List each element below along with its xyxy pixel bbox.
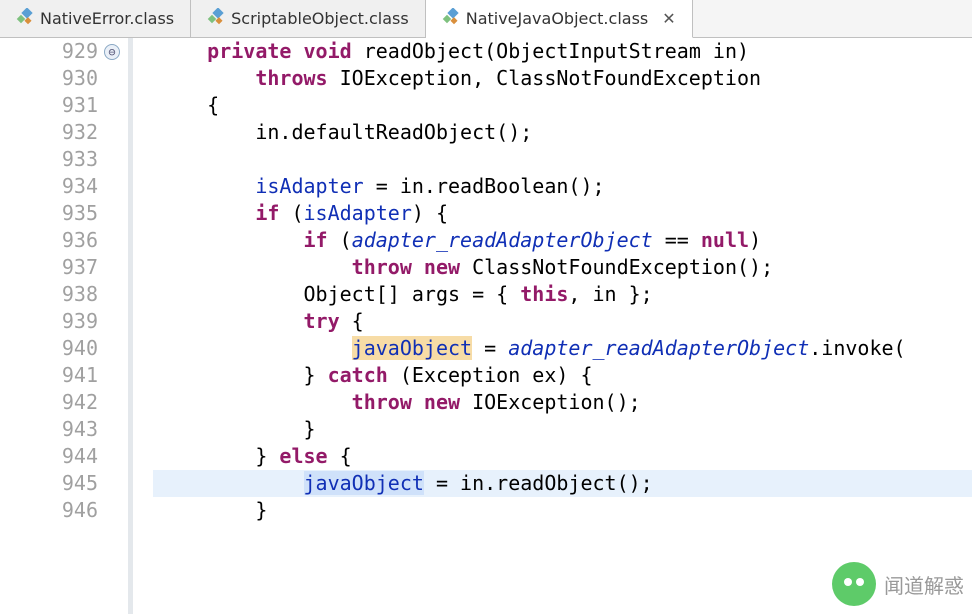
line-number: 944 [0, 443, 128, 470]
line-number: 930 [0, 65, 128, 92]
line-number: 932 [0, 119, 128, 146]
code-line: { [153, 92, 972, 119]
code-line: } [153, 497, 972, 524]
line-number: 933 [0, 146, 128, 173]
code-line: throw new ClassNotFoundException(); [153, 254, 972, 281]
line-number: 939 [0, 308, 128, 335]
line-number-gutter: 929⊖930931932933934935936937938939940941… [0, 38, 128, 614]
line-number: 945 [0, 470, 128, 497]
class-file-icon [207, 8, 225, 30]
code-line: } else { [153, 443, 972, 470]
class-file-icon [442, 8, 460, 30]
code-line: if (isAdapter) { [153, 200, 972, 227]
code-line: in.defaultReadObject(); [153, 119, 972, 146]
fold-toggle-icon[interactable]: ⊖ [104, 44, 120, 60]
line-number: 934 [0, 173, 128, 200]
code-line: } catch (Exception ex) { [153, 362, 972, 389]
code-area[interactable]: private void readObject(ObjectInputStrea… [153, 38, 972, 614]
editor-tabs: NativeError.class ScriptableObject.class… [0, 0, 972, 38]
code-line: } [153, 416, 972, 443]
class-file-icon [16, 8, 34, 30]
line-number: 936 [0, 227, 128, 254]
code-line: throw new IOException(); [153, 389, 972, 416]
tab-label: NativeJavaObject.class [466, 9, 649, 28]
line-number: 929⊖ [0, 38, 128, 65]
code-line: throws IOException, ClassNotFoundExcepti… [153, 65, 972, 92]
line-number: 935 [0, 200, 128, 227]
tab-label: ScriptableObject.class [231, 9, 409, 28]
code-line [153, 146, 972, 173]
line-number: 937 [0, 254, 128, 281]
code-line: if (adapter_readAdapterObject == null) [153, 227, 972, 254]
line-number: 942 [0, 389, 128, 416]
line-number: 940 [0, 335, 128, 362]
close-icon[interactable]: ✕ [662, 9, 675, 28]
tab-label: NativeError.class [40, 9, 174, 28]
line-number: 946 [0, 497, 128, 524]
line-number: 941 [0, 362, 128, 389]
code-line: javaObject = in.readObject(); [153, 470, 972, 497]
code-line: try { [153, 308, 972, 335]
line-number: 931 [0, 92, 128, 119]
tab-native-java-object[interactable]: NativeJavaObject.class ✕ [426, 0, 693, 38]
code-line: isAdapter = in.readBoolean(); [153, 173, 972, 200]
code-line: Object[] args = { this, in }; [153, 281, 972, 308]
code-editor[interactable]: 929⊖930931932933934935936937938939940941… [0, 38, 972, 614]
line-number: 938 [0, 281, 128, 308]
code-line: javaObject = adapter_readAdapterObject.i… [153, 335, 972, 362]
line-number: 943 [0, 416, 128, 443]
tab-scriptable-object[interactable]: ScriptableObject.class [191, 0, 426, 37]
tab-native-error[interactable]: NativeError.class [0, 0, 191, 37]
code-line: private void readObject(ObjectInputStrea… [153, 38, 972, 65]
gutter-margin [133, 38, 153, 614]
